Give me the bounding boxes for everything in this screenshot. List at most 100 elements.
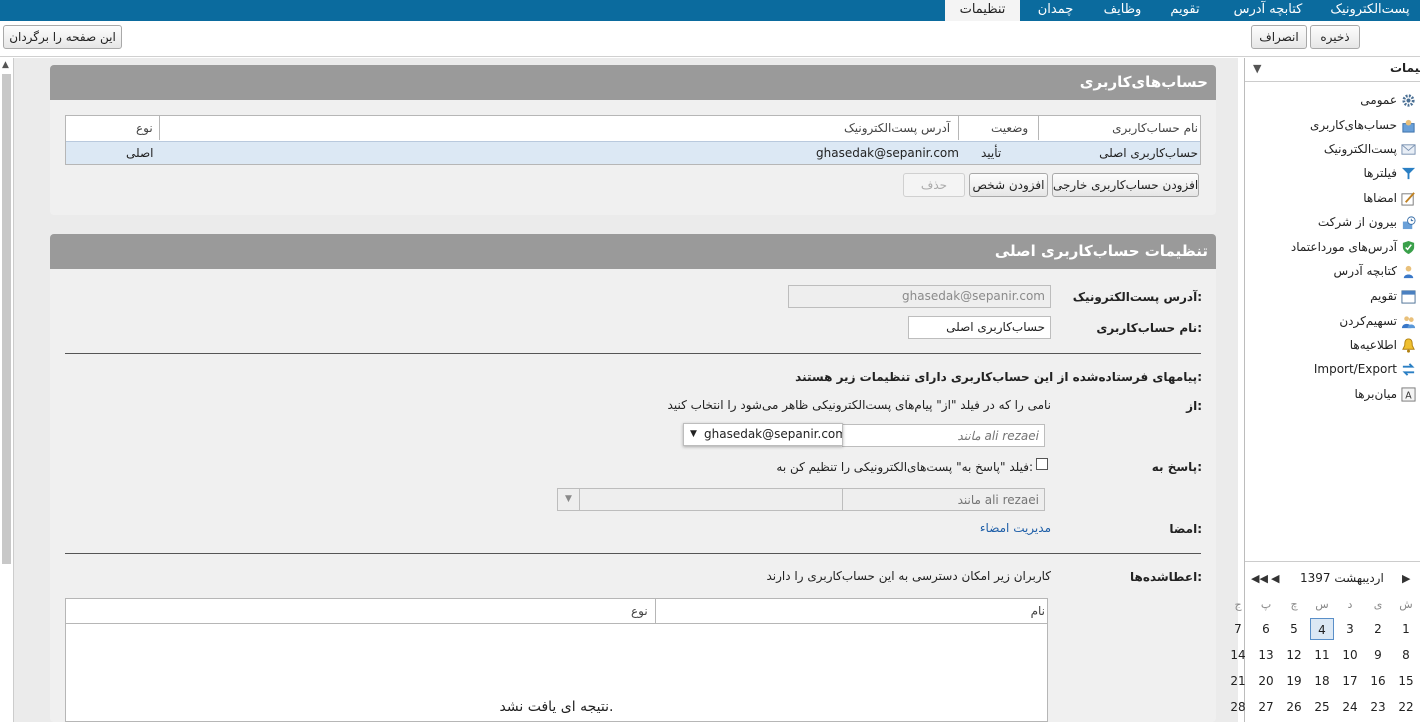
sidebar-item-general[interactable]: عمومی [1360,90,1416,110]
accounts-table: نام حساب‌کاربری وضعیت آدرس پست‌الکترونیک… [65,115,1201,165]
col-type[interactable]: نوع [631,599,648,623]
calendar-day[interactable]: 21 [1226,670,1250,692]
calendar-day[interactable]: 13 [1254,644,1278,666]
sidebar-item-filters[interactable]: فیلترها [1363,163,1416,183]
calendar-day[interactable]: 12 [1282,644,1306,666]
calendar-day[interactable]: 8 [1394,644,1418,666]
sidebar-item-shortcuts[interactable]: میان‌برها A [1355,384,1416,404]
sidebar-item-import-export[interactable]: Import/Export [1314,359,1416,379]
tab-mail[interactable]: پست‌الکترونیک [1320,0,1420,21]
calendar-day[interactable]: 22 [1394,696,1418,718]
calendar-day[interactable]: 25 [1310,696,1334,718]
sidebar-item-label: پست‌الکترونیک [1323,142,1397,156]
sidebar-item-sharing[interactable]: تسهیم‌کردن [1339,311,1416,331]
from-email-select[interactable]: ghasedak@sepanir.com ▼ [683,423,843,446]
calendar-day[interactable]: 7 [1226,618,1250,640]
cancel-button[interactable]: انصراف [1251,25,1307,49]
calendar-day[interactable]: 15 [1394,670,1418,692]
gear-icon [1401,93,1416,108]
sidebar-item-label: آدرس‌های مورداعتماد [1290,240,1397,254]
revert-page-button[interactable]: این صفحه را برگردان [3,25,122,49]
save-button[interactable]: ذخیره [1310,25,1360,49]
sidebar-item-label: تقویم [1370,289,1397,303]
calendar-day[interactable]: 23 [1366,696,1390,718]
reply-name-input [842,488,1045,511]
sidebar-item-label: تسهیم‌کردن [1339,314,1397,328]
calendar-next-month-icon[interactable]: ▶ [1402,572,1410,585]
reply-email-select [579,488,843,511]
calendar-day-selected[interactable]: 4 [1310,618,1334,640]
calendar-day-header: چ [1290,598,1298,611]
calendar-prev-month-icon[interactable]: ◀ [1271,572,1279,585]
divider [65,553,1201,554]
account-settings-title: تنظیمات حساب‌کاربری اصلی [50,234,1216,269]
calendar-day[interactable]: 28 [1226,696,1250,718]
calendar-day[interactable]: 10 [1338,644,1362,666]
scrollbar[interactable]: ▲ [0,58,14,722]
calendar-day[interactable]: 20 [1254,670,1278,692]
sidebar-item-label: عمومی [1360,93,1397,107]
calendar-day[interactable]: 11 [1310,644,1334,666]
sidebar-item-signatures[interactable]: امضاها [1363,188,1416,208]
no-results-message: نتیجه ای یافت نشد. [499,699,614,715]
tab-briefcase[interactable]: چمدان [1028,0,1083,21]
tab-settings[interactable]: تنظیمات [945,0,1020,21]
sidebar-item-trusted-addresses[interactable]: آدرس‌های مورداعتماد [1291,237,1416,257]
collapse-icon[interactable]: ▼ [1253,62,1261,75]
reply-to-label: پاسخ به: [1151,460,1202,474]
table-row[interactable]: حساب‌کاربری اصلی تأیید ghasedak@sepanir.… [66,141,1200,164]
contact-icon [1401,264,1416,279]
calendar-prev-year-icon[interactable]: ◀◀ [1251,572,1268,585]
sidebar-item-calendar[interactable]: تقویم [1370,286,1416,306]
sidebar-item-accounts[interactable]: حساب‌های‌کاربری [1310,115,1416,135]
sidebar-item-mail[interactable]: پست‌الکترونیک [1324,139,1416,159]
col-status[interactable]: وضعیت [991,116,1028,140]
sidebar-item-address-book[interactable]: کتابچه آدرس [1334,261,1416,281]
reply-to-checkbox-label: فیلد "پاسخ به" پست‌های‌الکترونیکی را تنظ… [776,460,1033,474]
tab-calendar[interactable]: تقویم [1160,0,1210,21]
out-of-office-icon [1401,215,1416,230]
sidebar-item-notifications[interactable]: اطلاعیه‌ها [1350,335,1416,355]
calendar-day[interactable]: 1 [1394,618,1418,640]
delete-button[interactable]: حذف [903,173,965,197]
delegates-description: کاربران زیر امکان دسترسی به این حساب‌کار… [766,569,1051,583]
add-person-button[interactable]: افزودن شخص [969,173,1048,197]
calendar-day[interactable]: 19 [1282,670,1306,692]
calendar-day[interactable]: 16 [1366,670,1390,692]
col-email[interactable]: آدرس پست‌الکترونیک [844,116,950,140]
calendar-day[interactable]: 27 [1254,696,1278,718]
signature-label: امضا: [1169,522,1202,536]
calendar-day[interactable]: 18 [1310,670,1334,692]
accounts-icon [1401,118,1416,133]
email-label: آدرس پست‌الکترونیک: [1072,290,1202,304]
scroll-up-icon[interactable]: ▲ [2,60,9,70]
from-name-input[interactable] [842,424,1045,447]
reply-to-checkbox[interactable] [1036,458,1048,470]
col-account-name[interactable]: نام حساب‌کاربری [1112,116,1198,140]
account-name-cell: حساب‌کاربری اصلی [1099,146,1198,160]
calendar-day[interactable]: 26 [1282,696,1306,718]
col-name[interactable]: نام [1031,599,1045,623]
manage-signature-link[interactable]: مدیریت امضاء [980,521,1051,535]
type-cell: اصلی [126,146,154,160]
calendar-day[interactable]: 9 [1366,644,1390,666]
account-name-field[interactable]: حساب‌کاربری اصلی [908,316,1051,339]
sidebar-item-out-of-office[interactable]: بیرون از شرکت [1318,212,1416,232]
sidebar-item-label: اطلاعیه‌ها [1349,338,1397,352]
calendar-day[interactable]: 14 [1226,644,1250,666]
bell-icon [1401,338,1416,353]
divider [65,353,1201,354]
tab-address-book[interactable]: کتابچه آدرس [1220,0,1316,21]
calendar-day[interactable]: 17 [1338,670,1362,692]
scrollbar-thumb[interactable] [2,74,11,564]
sent-settings-heading: پیامهای فرستاده‌شده از این حساب‌کاربری د… [795,370,1202,384]
calendar-day[interactable]: 24 [1338,696,1362,718]
calendar-day[interactable]: 6 [1254,618,1278,640]
calendar-day[interactable]: 3 [1338,618,1362,640]
add-external-account-button[interactable]: افزودن حساب‌کاربری خارجی [1052,173,1199,197]
calendar-day[interactable]: 5 [1282,618,1306,640]
calendar-day[interactable]: 2 [1366,618,1390,640]
tab-tasks[interactable]: وظایف [1095,0,1150,21]
col-type[interactable]: نوع [136,116,153,140]
status-cell: تأیید [981,146,1002,160]
